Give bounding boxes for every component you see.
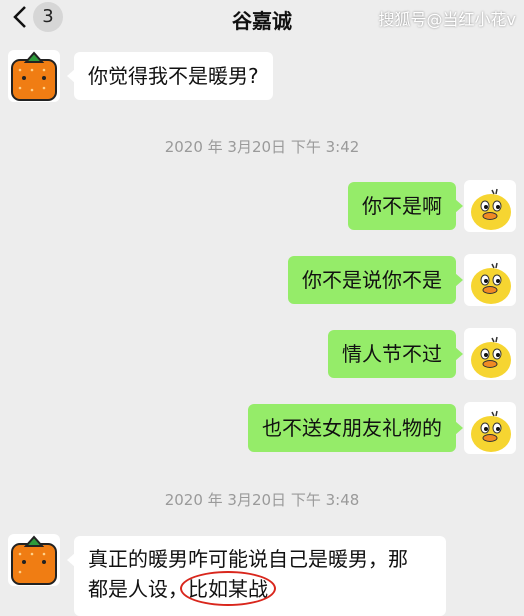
yellow-duck-avatar-icon[interactable] — [464, 328, 516, 380]
timestamp: 2020 年 3月20日 下午 3:42 — [164, 138, 360, 156]
watermark: 搜狐号@当红小花v — [378, 10, 516, 29]
received-message[interactable]: 真正的暖男咋可能说自己是暖男，那 都是人设，比如某战 — [67, 536, 446, 616]
sent-message[interactable]: 你不是说你不是 — [288, 256, 463, 304]
orange-avatar-icon[interactable] — [8, 50, 60, 102]
message-line: 真正的暖男咋可能说自己是暖男，那 — [88, 547, 408, 571]
orange-avatar-icon[interactable] — [8, 534, 60, 586]
message-line: 都是人设，比如某战 — [88, 571, 432, 606]
sent-message[interactable]: 也不送女朋友礼物的 — [248, 404, 463, 452]
chat-header: 3 谷嘉诚 搜狐号@当红小花v — [0, 0, 524, 36]
yellow-duck-avatar-icon[interactable] — [464, 180, 516, 232]
timestamp: 2020 年 3月20日 下午 3:48 — [164, 491, 360, 509]
yellow-duck-avatar-icon[interactable] — [464, 254, 516, 306]
received-message[interactable]: 你觉得我不是暖男? — [67, 52, 273, 100]
sent-message[interactable]: 你不是啊 — [348, 182, 463, 230]
sent-message[interactable]: 情人节不过 — [328, 330, 463, 378]
highlighted-text: 比如某战 — [180, 571, 276, 606]
message-text: 都是人设， — [88, 577, 188, 601]
yellow-duck-avatar-icon[interactable] — [464, 402, 516, 454]
